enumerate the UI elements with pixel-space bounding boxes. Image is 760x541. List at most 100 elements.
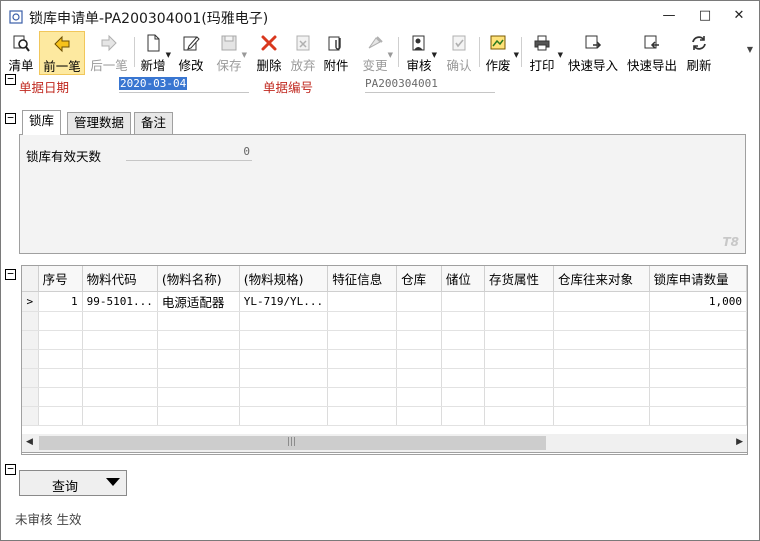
empty-cell[interactable] <box>441 330 486 350</box>
empty-cell[interactable] <box>157 368 240 388</box>
col-warehouse-partner[interactable]: 仓库往来对象 <box>553 266 650 292</box>
empty-cell[interactable] <box>484 311 554 331</box>
empty-cell[interactable] <box>553 406 650 426</box>
print-button[interactable]: 打印 ▼ <box>525 31 563 75</box>
empty-cell[interactable] <box>553 387 650 407</box>
lock-days-field[interactable]: 0 <box>126 144 252 161</box>
empty-cell[interactable] <box>649 387 747 407</box>
col-material-spec[interactable]: (物料规格) <box>239 266 329 292</box>
toolbar-overflow-icon[interactable]: ▼ <box>747 45 753 54</box>
new-button[interactable]: 新增 ▼ <box>137 31 171 75</box>
empty-cell[interactable] <box>396 349 442 369</box>
tab-remarks[interactable]: 备注 <box>134 112 174 134</box>
empty-cell[interactable] <box>553 311 650 331</box>
empty-cell[interactable] <box>327 368 398 388</box>
empty-cell[interactable] <box>396 387 442 407</box>
empty-cell[interactable] <box>553 330 650 350</box>
void-button[interactable]: 作废 ▼ <box>481 31 519 75</box>
empty-cell[interactable] <box>157 330 240 350</box>
cell-material-name[interactable]: 电源适配器 <box>157 291 240 312</box>
empty-cell[interactable] <box>38 311 83 331</box>
table-row[interactable] <box>22 387 747 407</box>
table-row[interactable] <box>22 311 747 331</box>
table-row[interactable] <box>22 349 747 369</box>
scroll-right-icon[interactable]: ▶ <box>736 437 743 447</box>
empty-cell[interactable] <box>649 406 747 426</box>
empty-cell[interactable] <box>157 349 240 369</box>
maximize-button[interactable]: □ <box>691 5 719 27</box>
table-row[interactable]: > 1 99-5101... 电源适配器 YL-719/YL... 1,000 <box>22 291 747 312</box>
empty-cell[interactable] <box>82 406 158 426</box>
empty-cell[interactable] <box>553 349 650 369</box>
empty-cell[interactable] <box>239 311 329 331</box>
cell-inventory-attr[interactable] <box>484 291 554 312</box>
close-button[interactable]: ✕ <box>725 5 753 27</box>
minimize-button[interactable]: — <box>655 5 683 27</box>
empty-cell[interactable] <box>441 349 486 369</box>
cell-location[interactable] <box>441 291 486 312</box>
save-button[interactable]: 保存 ▼ <box>213 31 247 75</box>
query-button[interactable]: 查询 <box>19 470 127 496</box>
empty-cell[interactable] <box>239 349 329 369</box>
cell-feature[interactable] <box>327 291 398 312</box>
empty-cell[interactable] <box>239 387 329 407</box>
horizontal-scrollbar[interactable]: ◀ ||| ▶ <box>21 434 748 453</box>
col-material-name[interactable]: (物料名称) <box>157 266 240 292</box>
list-button[interactable]: 清单 <box>5 31 37 75</box>
empty-cell[interactable] <box>441 311 486 331</box>
delete-button[interactable]: 删除 <box>253 31 285 75</box>
empty-cell[interactable] <box>239 330 329 350</box>
empty-cell[interactable] <box>157 311 240 331</box>
empty-cell[interactable] <box>38 368 83 388</box>
empty-cell[interactable] <box>157 387 240 407</box>
empty-cell[interactable] <box>553 368 650 388</box>
empty-cell[interactable] <box>441 368 486 388</box>
tabs-collapse-toggle[interactable]: − <box>5 112 16 124</box>
date-field[interactable]: 2020-03-04 <box>119 76 249 93</box>
col-warehouse[interactable]: 仓库 <box>396 266 442 292</box>
empty-cell[interactable] <box>82 311 158 331</box>
print-dropdown-icon[interactable]: ▼ <box>558 51 563 59</box>
empty-cell[interactable] <box>396 368 442 388</box>
cell-material-code[interactable]: 99-5101... <box>82 291 158 312</box>
previous-button[interactable]: 前一笔 <box>39 31 85 75</box>
empty-cell[interactable] <box>239 406 329 426</box>
empty-cell[interactable] <box>484 406 554 426</box>
empty-cell[interactable] <box>82 387 158 407</box>
quick-import-button[interactable]: 快速导入 <box>565 31 621 75</box>
empty-cell[interactable] <box>38 406 83 426</box>
empty-cell[interactable] <box>396 406 442 426</box>
cell-warehouse-partner[interactable] <box>553 291 650 312</box>
empty-cell[interactable] <box>38 387 83 407</box>
empty-cell[interactable] <box>82 368 158 388</box>
col-inventory-attr[interactable]: 存货属性 <box>484 266 554 292</box>
scrollbar-thumb[interactable]: ||| <box>39 436 546 450</box>
empty-cell[interactable] <box>649 330 747 350</box>
query-collapse-toggle[interactable]: − <box>5 463 16 475</box>
query-dropdown-icon[interactable] <box>106 478 120 486</box>
empty-cell[interactable] <box>484 330 554 350</box>
empty-cell[interactable] <box>239 368 329 388</box>
table-row[interactable] <box>22 330 747 350</box>
empty-cell[interactable] <box>327 330 398 350</box>
save-dropdown-icon[interactable]: ▼ <box>242 51 247 59</box>
next-button[interactable]: 后一笔 <box>87 31 131 75</box>
col-lock-qty[interactable]: 锁库申请数量 <box>649 266 747 292</box>
empty-cell[interactable] <box>396 330 442 350</box>
empty-cell[interactable] <box>82 330 158 350</box>
table-row[interactable] <box>22 368 747 388</box>
col-material-code[interactable]: 物料代码 <box>82 266 158 292</box>
cell-seq[interactable]: 1 <box>38 291 83 312</box>
tab-management-data[interactable]: 管理数据 <box>67 112 132 134</box>
discard-button[interactable]: 放弃 <box>287 31 319 75</box>
change-dropdown-icon[interactable]: ▼ <box>388 51 393 59</box>
empty-cell[interactable] <box>157 406 240 426</box>
number-field[interactable]: PA200304001 <box>365 76 495 93</box>
cell-lock-qty[interactable]: 1,000 <box>649 291 747 312</box>
refresh-button[interactable]: 刷新 <box>683 31 715 75</box>
empty-cell[interactable] <box>649 349 747 369</box>
cell-warehouse[interactable] <box>396 291 442 312</box>
edit-button[interactable]: 修改 <box>175 31 207 75</box>
empty-cell[interactable] <box>441 406 486 426</box>
audit-dropdown-icon[interactable]: ▼ <box>432 51 437 59</box>
